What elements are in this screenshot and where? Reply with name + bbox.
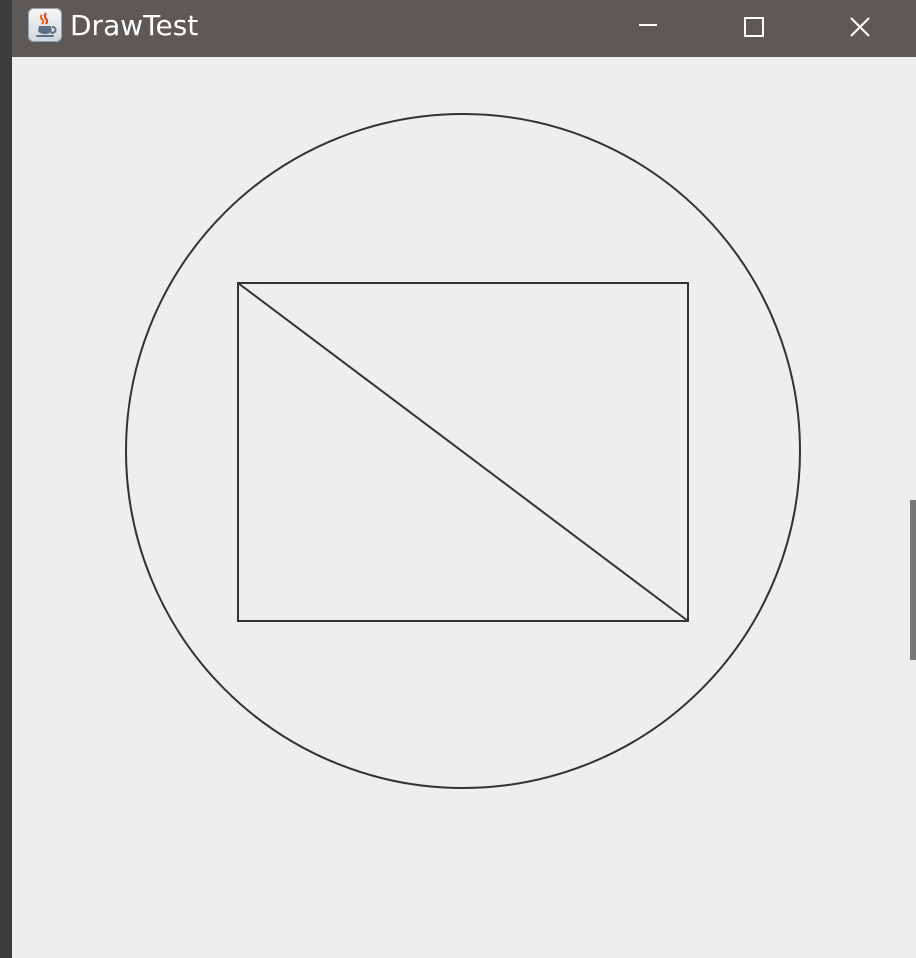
background-window-edge xyxy=(910,500,916,660)
close-icon xyxy=(850,17,870,37)
minimize-icon xyxy=(639,24,657,26)
maximize-button[interactable] xyxy=(702,0,806,50)
maximize-icon xyxy=(744,17,764,37)
drawing-area[interactable] xyxy=(12,57,916,958)
title-bar[interactable]: DrawTest xyxy=(12,0,916,57)
window-title: DrawTest xyxy=(70,9,199,42)
drawn-diagonal-line xyxy=(237,282,689,622)
drawing-canvas[interactable] xyxy=(12,57,916,958)
minimize-button[interactable] xyxy=(596,0,700,50)
drawtest-window: DrawTest xyxy=(12,0,916,958)
java-coffee-icon xyxy=(28,8,62,42)
close-button[interactable] xyxy=(808,0,912,50)
